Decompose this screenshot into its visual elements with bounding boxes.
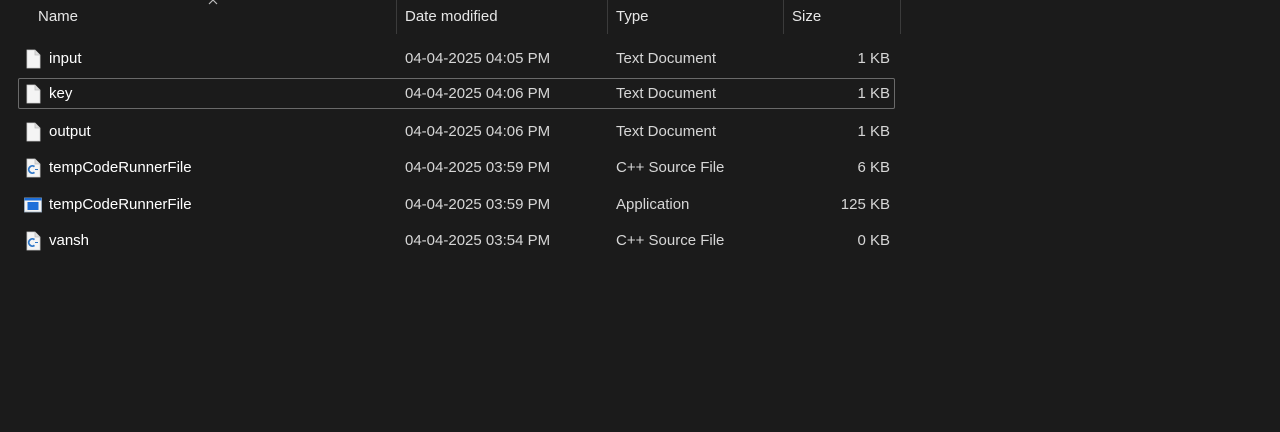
cpp-file-icon (26, 231, 41, 251)
file-size: 0 KB (857, 232, 890, 249)
cpp-file-icon (26, 158, 41, 178)
file-type: Text Document (616, 50, 717, 67)
file-row[interactable]: tempCodeRunnerFile 04-04-2025 03:59 PM C… (18, 152, 895, 183)
column-divider[interactable] (783, 0, 784, 34)
file-type: Text Document (616, 85, 717, 102)
file-date-modified: 04-04-2025 03:54 PM (405, 232, 551, 249)
file-size: 1 KB (857, 85, 890, 102)
column-divider[interactable] (900, 0, 901, 34)
file-name: vansh (49, 232, 90, 249)
column-header-size[interactable]: Size (792, 0, 821, 34)
file-name: output (49, 123, 91, 140)
file-type: C++ Source File (616, 159, 725, 176)
file-name: tempCodeRunnerFile (49, 159, 192, 176)
text-file-icon (26, 122, 41, 142)
file-size: 1 KB (857, 50, 890, 67)
file-list-view: Name Date modified Type Size input 04-04… (0, 0, 1280, 432)
application-icon (24, 197, 42, 213)
file-date-modified: 04-04-2025 04:05 PM (405, 50, 551, 67)
file-date-modified: 04-04-2025 03:59 PM (405, 196, 551, 213)
file-row[interactable]: tempCodeRunnerFile 04-04-2025 03:59 PM A… (18, 189, 895, 220)
text-file-icon (26, 49, 41, 69)
file-size: 125 KB (840, 196, 890, 213)
column-header-type[interactable]: Type (616, 0, 649, 34)
file-type: C++ Source File (616, 232, 725, 249)
file-date-modified: 04-04-2025 04:06 PM (405, 123, 551, 140)
caret-up-icon (208, 0, 218, 5)
file-name: tempCodeRunnerFile (49, 196, 192, 213)
file-row[interactable]: vansh 04-04-2025 03:54 PM C++ Source Fil… (18, 225, 895, 256)
column-divider[interactable] (607, 0, 608, 34)
text-file-icon (26, 84, 41, 104)
file-row[interactable]: output 04-04-2025 04:06 PM Text Document… (18, 116, 895, 147)
column-header-name[interactable]: Name (38, 0, 78, 34)
file-date-modified: 04-04-2025 03:59 PM (405, 159, 551, 176)
file-name: input (49, 50, 82, 67)
column-header-row: Name Date modified Type Size (0, 0, 901, 34)
file-type: Application (616, 196, 690, 213)
column-divider[interactable] (396, 0, 397, 34)
file-row[interactable]: input 04-04-2025 04:05 PM Text Document … (18, 43, 895, 74)
column-header-date-modified[interactable]: Date modified (405, 0, 498, 34)
file-size: 1 KB (857, 123, 890, 140)
file-date-modified: 04-04-2025 04:06 PM (405, 85, 551, 102)
file-size: 6 KB (857, 159, 890, 176)
file-row[interactable]: key 04-04-2025 04:06 PM Text Document 1 … (18, 78, 895, 109)
file-name: key (49, 85, 73, 102)
file-type: Text Document (616, 123, 717, 140)
